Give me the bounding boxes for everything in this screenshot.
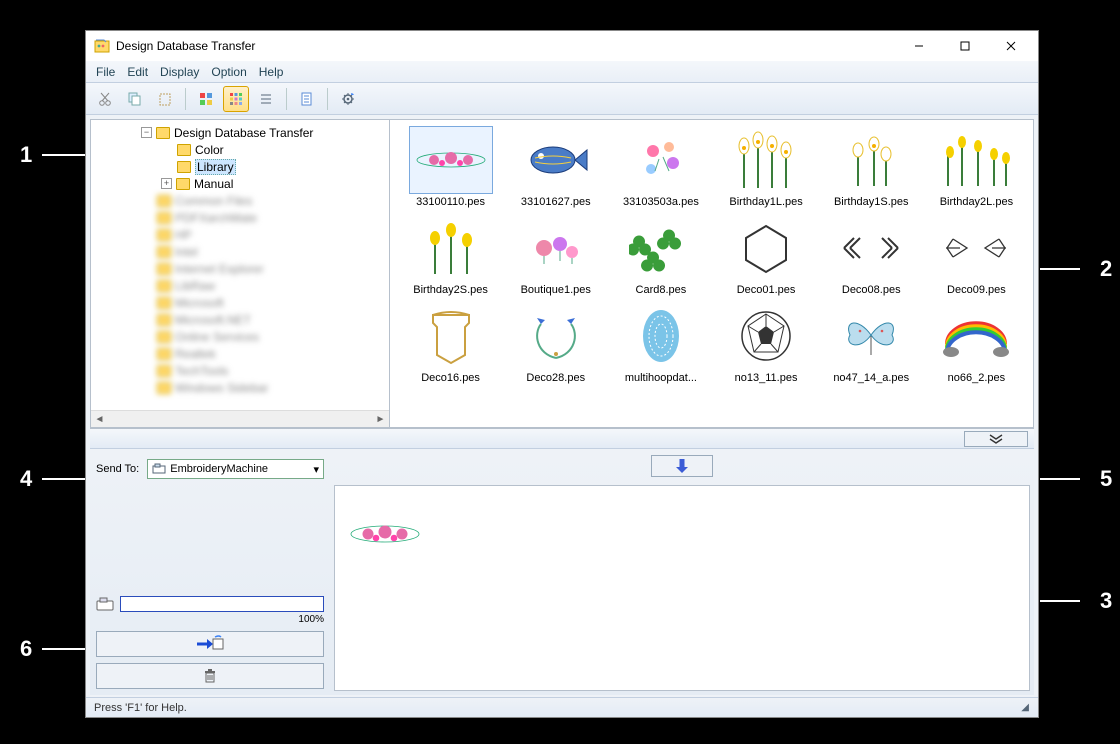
tree-child-library[interactable]: Library bbox=[97, 158, 387, 175]
window-title: Design Database Transfer bbox=[116, 39, 896, 53]
thumb-item[interactable]: Deco28.pes bbox=[505, 302, 606, 384]
thumb-item[interactable]: no47_14_a.pes bbox=[821, 302, 922, 384]
send-panel: Send To: EmbroideryMachine ▾ 100% bbox=[90, 449, 330, 695]
close-button[interactable] bbox=[988, 31, 1034, 61]
tree-root[interactable]: − Design Database Transfer bbox=[97, 124, 387, 141]
menu-file[interactable]: File bbox=[96, 65, 115, 79]
menu-option[interactable]: Option bbox=[211, 65, 246, 79]
thumb-item[interactable]: Deco08.pes bbox=[821, 214, 922, 296]
thumb-item[interactable]: Birthday2L.pes bbox=[926, 126, 1027, 208]
expand-panel-button[interactable] bbox=[964, 431, 1028, 447]
titlebar[interactable]: Design Database Transfer bbox=[86, 31, 1038, 61]
trash-icon bbox=[202, 668, 218, 684]
collapse-icon[interactable]: − bbox=[141, 127, 152, 138]
thumb-item[interactable]: Birthday1L.pes bbox=[715, 126, 816, 208]
statusbar: Press 'F1' for Help. ◢ bbox=[86, 697, 1038, 717]
thumb-item[interactable]: Birthday2S.pes bbox=[400, 214, 501, 296]
expand-icon[interactable]: + bbox=[161, 178, 172, 189]
add-to-queue-button[interactable] bbox=[651, 455, 713, 477]
toolbar bbox=[86, 83, 1038, 115]
tree-child-manual[interactable]: + Manual bbox=[97, 175, 387, 192]
folder-tree-pane: − Design Database Transfer Color Library… bbox=[90, 119, 390, 428]
thumb-item[interactable]: no66_2.pes bbox=[926, 302, 1027, 384]
thumb-item[interactable]: no13_11.pes bbox=[715, 302, 816, 384]
queue-item[interactable] bbox=[343, 494, 427, 574]
scroll-left-icon[interactable]: ◄ bbox=[91, 411, 108, 428]
thumb-item[interactable]: multihoopdat... bbox=[610, 302, 711, 384]
tree-root-label: Design Database Transfer bbox=[174, 126, 313, 140]
copy-button[interactable] bbox=[122, 86, 148, 112]
thumb-item[interactable]: Deco01.pes bbox=[715, 214, 816, 296]
menubar: File Edit Display Option Help bbox=[86, 61, 1038, 83]
arrow-down-icon bbox=[673, 457, 691, 475]
capacity-percent: 100% bbox=[96, 614, 324, 625]
thumb-item[interactable]: Deco16.pes bbox=[400, 302, 501, 384]
minimize-button[interactable] bbox=[896, 31, 942, 61]
delete-button[interactable] bbox=[96, 663, 324, 689]
folder-icon bbox=[177, 144, 191, 156]
menu-edit[interactable]: Edit bbox=[127, 65, 148, 79]
callout-3: 3 bbox=[1040, 588, 1112, 614]
menu-display[interactable]: Display bbox=[160, 65, 199, 79]
view-large-icons-button[interactable] bbox=[193, 86, 219, 112]
maximize-button[interactable] bbox=[942, 31, 988, 61]
status-text: Press 'F1' for Help. bbox=[94, 702, 187, 714]
machine-icon bbox=[96, 596, 114, 612]
menu-help[interactable]: Help bbox=[259, 65, 284, 79]
view-details-button[interactable] bbox=[253, 86, 279, 112]
thumb-item[interactable]: Deco09.pes bbox=[926, 214, 1027, 296]
sendto-label: Send To: bbox=[96, 463, 139, 475]
folder-icon bbox=[156, 127, 170, 139]
app-icon bbox=[94, 38, 110, 54]
thumb-item[interactable]: Boutique1.pes bbox=[505, 214, 606, 296]
thumbnail-pane[interactable]: 33100110.pes 33101627.pes 33103503a.pes … bbox=[390, 119, 1034, 428]
tree-child-color[interactable]: Color bbox=[97, 141, 387, 158]
capacity-progressbar bbox=[120, 596, 324, 612]
thumb-item[interactable]: Card8.pes bbox=[610, 214, 711, 296]
folder-tree[interactable]: − Design Database Transfer Color Library… bbox=[91, 120, 389, 410]
resize-grip[interactable]: ◢ bbox=[1021, 702, 1030, 713]
callout-5: 5 bbox=[1040, 466, 1112, 492]
scroll-right-icon[interactable]: ► bbox=[372, 411, 389, 428]
write-queue[interactable] bbox=[334, 485, 1030, 691]
folder-icon bbox=[177, 161, 191, 173]
callout-2: 2 bbox=[1040, 256, 1112, 282]
thumb-item[interactable]: 33101627.pes bbox=[505, 126, 606, 208]
chevron-down-icon: ▾ bbox=[313, 463, 319, 476]
thumb-item[interactable]: 33100110.pes bbox=[400, 126, 501, 208]
settings-button[interactable] bbox=[335, 86, 361, 112]
cut-button[interactable] bbox=[92, 86, 118, 112]
app-window: Design Database Transfer File Edit Displ… bbox=[85, 30, 1039, 718]
properties-button[interactable] bbox=[294, 86, 320, 112]
thumb-item[interactable]: Birthday1S.pes bbox=[821, 126, 922, 208]
send-to-machine-icon bbox=[195, 635, 225, 653]
tree-hscrollbar[interactable]: ◄ ► bbox=[91, 410, 389, 427]
send-button[interactable] bbox=[96, 631, 324, 657]
sendto-dropdown[interactable]: EmbroideryMachine ▾ bbox=[147, 459, 324, 479]
chevron-double-down-icon bbox=[988, 434, 1004, 444]
panel-divider bbox=[90, 429, 1034, 449]
folder-icon bbox=[176, 178, 190, 190]
view-small-icons-button[interactable] bbox=[223, 86, 249, 112]
paste-button[interactable] bbox=[152, 86, 178, 112]
thumb-item[interactable]: 33103503a.pes bbox=[610, 126, 711, 208]
machine-icon bbox=[152, 463, 166, 475]
